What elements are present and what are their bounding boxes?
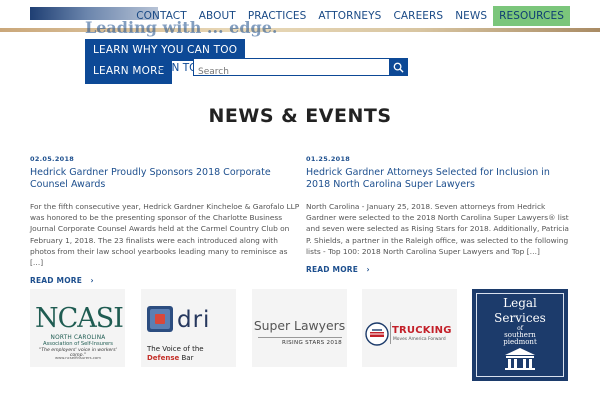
dri-tagline: The Voice of the xyxy=(147,345,204,353)
search-button[interactable] xyxy=(389,59,407,75)
hero-headline-overlap: Leading with ... edge. xyxy=(85,18,278,37)
courthouse-icon xyxy=(505,348,535,370)
search-box xyxy=(193,58,408,80)
news-item: 02.05.2018 Hedrick Gardner Proudly Spons… xyxy=(30,155,300,287)
dri-bar-word: Bar xyxy=(181,354,194,362)
section-title: NEWS & EVENTS xyxy=(208,105,392,127)
legal-line-1: Legal xyxy=(503,296,537,310)
learn-more-label: LEARN MORE xyxy=(93,65,165,77)
nav-careers[interactable]: CAREERS xyxy=(387,6,449,26)
search-icon xyxy=(393,62,404,73)
legal-line-5: piedmont xyxy=(503,338,537,346)
read-more-link[interactable]: READ MORE › xyxy=(306,265,370,274)
read-more-label: READ MORE xyxy=(30,276,83,286)
trucking-logo[interactable]: TRUCKING Moves America Forward xyxy=(362,289,457,367)
ncasi-association: Association of Self-Insurers xyxy=(42,341,114,347)
ncasi-logo[interactable]: NCASI NORTH CAROLINA Association of Self… xyxy=(30,289,125,367)
news-title-link[interactable]: Hedrick Gardner Attorneys Selected for I… xyxy=(306,167,576,191)
news-title-link[interactable]: Hedrick Gardner Proudly Sponsors 2018 Co… xyxy=(30,167,300,191)
super-lawyers-wordmark: Super Lawyers xyxy=(253,318,346,333)
divider xyxy=(390,322,391,344)
nav-resources[interactable]: RESOURCES xyxy=(493,6,570,26)
dri-defense-word: Defense xyxy=(147,354,180,362)
news-excerpt: North Carolina - January 25, 2018. Seven… xyxy=(306,202,569,256)
dri-tagline-2: Defense Bar xyxy=(147,354,193,362)
rising-stars-label: RISING STARS 2018 xyxy=(282,340,342,346)
news-item: 01.25.2018 Hedrick Gardner Attorneys Sel… xyxy=(306,155,576,276)
nav-attorneys[interactable]: ATTORNEYS xyxy=(312,6,387,26)
legal-line-2: Services xyxy=(494,311,546,325)
read-more-link[interactable]: READ MORE › xyxy=(30,276,94,285)
news-date: 02.05.2018 xyxy=(30,155,75,163)
ncasi-wordmark: NCASI xyxy=(35,303,124,334)
chevron-right-icon: › xyxy=(360,265,370,275)
news-date: 01.25.2018 xyxy=(306,155,351,163)
trucking-wordmark: TRUCKING xyxy=(392,325,452,336)
trucking-shield-icon xyxy=(365,322,389,346)
search-input[interactable] xyxy=(194,64,389,80)
news-excerpt: For the fifth consecutive year, Hedrick … xyxy=(30,202,300,268)
trucking-tagline: Moves America Forward xyxy=(393,337,446,342)
divider xyxy=(258,337,342,338)
chevron-right-icon: › xyxy=(84,276,94,286)
legal-services-logo[interactable]: Legal Services of southern piedmont xyxy=(472,289,568,381)
read-more-label: READ MORE xyxy=(306,265,359,275)
ncasi-url: www.ncselfinsurers.com xyxy=(55,355,101,360)
dri-emblem-icon xyxy=(147,306,173,332)
dri-logo[interactable]: dri The Voice of the Defense Bar xyxy=(141,289,236,367)
super-lawyers-logo[interactable]: Super Lawyers RISING STARS 2018 xyxy=(252,289,347,367)
nav-news[interactable]: NEWS xyxy=(449,6,493,26)
dri-wordmark: dri xyxy=(177,307,211,333)
